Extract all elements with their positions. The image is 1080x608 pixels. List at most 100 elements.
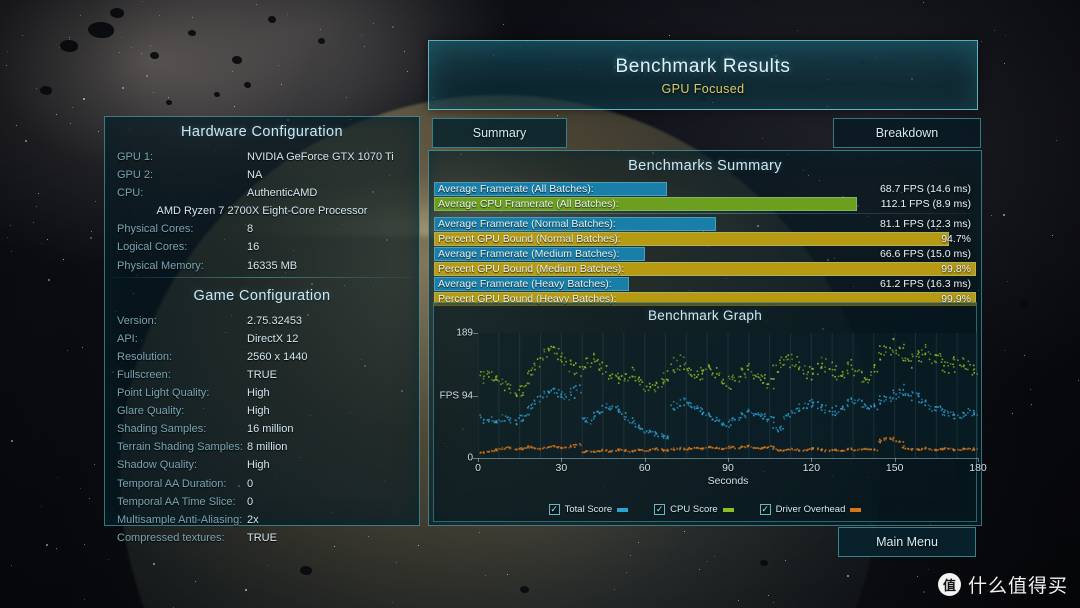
graph-title: Benchmark Graph	[647, 308, 763, 323]
config-row-label: Shading Samples:	[117, 423, 207, 436]
config-row-label: Logical Cores:	[117, 241, 188, 254]
graph-x-tick	[728, 458, 729, 462]
config-row-value: NVIDIA GeForce GTX 1070 Ti	[247, 151, 394, 163]
watermark: 值 什么值得买	[937, 571, 1068, 598]
hardware-config-list: GPU 1: NVIDIA GeForce GTX 1070 Ti GPU 2: NA…	[105, 148, 419, 275]
legend-color-swatch	[850, 507, 862, 512]
summary-bar-value: 61.2 FPS (16.3 ms)	[879, 278, 971, 290]
game-section-title: Game Configuration	[193, 287, 331, 304]
game-config-list: Version: 2.75.32453 API: DirectX 12 Resoluti…	[105, 312, 419, 547]
config-row-label: Shadow Quality:	[117, 459, 198, 472]
summary-bar-value: 99.8%	[941, 263, 971, 275]
results-header: Benchmark Results GPU Focused	[428, 40, 978, 110]
legend-checkbox[interactable]: ✓	[548, 504, 560, 515]
legend-label: Total Score	[564, 504, 613, 515]
config-row-value: High	[247, 387, 270, 400]
legend-label: Driver Overhead	[775, 504, 846, 515]
summary-bar-value: 68.7 FPS (14.6 ms)	[879, 183, 971, 195]
config-row-value: 16 million	[247, 423, 294, 436]
legend-color-swatch	[722, 507, 734, 512]
benchmark-graph-svg	[478, 333, 978, 458]
config-row-label: CPU:	[117, 187, 144, 200]
config-row: Compressed textures: TRUE	[105, 529, 419, 547]
config-row: Shading Samples: 16 million	[105, 420, 419, 438]
graph-x-tick-label: 0	[475, 462, 481, 474]
config-row: Glare Quality: High	[105, 402, 419, 420]
legend-item[interactable]: ✓ CPU Score	[654, 504, 734, 515]
summary-bar-label: Percent GPU Bound (Normal Batches):	[438, 233, 621, 245]
config-row-value: High	[247, 405, 270, 418]
legend-item[interactable]: ✓ Total Score	[548, 504, 629, 515]
config-row: GPU 1: NVIDIA GeForce GTX 1070 Ti	[105, 148, 419, 166]
config-row: Temporal AA Time Slice: 0	[105, 493, 419, 511]
tab-summary[interactable]: Summary	[432, 118, 567, 148]
config-row-value: 16335 MB	[247, 259, 298, 272]
config-divider	[111, 276, 413, 278]
config-row-value: 0	[247, 477, 254, 490]
summary-bar-label: Average Framerate (Normal Batches):	[438, 218, 616, 230]
benchmarks-summary-list: Average Framerate (All Batches): 68.7 FPS…	[429, 182, 981, 306]
hardware-section-title: Hardware Configuration	[181, 124, 343, 140]
config-row: Point Light Quality: High	[105, 384, 419, 402]
config-row-value: TRUE	[247, 368, 277, 381]
summary-bar-row: Percent GPU Bound (Normal Batches): 94.7%	[434, 232, 976, 246]
graph-x-tick	[978, 458, 979, 462]
graph-x-tick-label: 150	[885, 462, 904, 474]
summary-bar-row: Average Framerate (Medium Batches): 66.6 …	[434, 247, 976, 261]
config-row: GPU 2: NA	[105, 166, 419, 184]
summary-bar-row: Average Framerate (Heavy Batches): 61.2 F…	[434, 277, 976, 291]
graph-y-tick-label: 189	[456, 327, 473, 339]
config-row-value: DirectX 12	[247, 332, 299, 345]
summary-bar-row: Average CPU Framerate (All Batches): 112.…	[434, 197, 976, 211]
tab-breakdown[interactable]: Breakdown	[833, 118, 981, 148]
graph-x-tick-label: 120	[802, 462, 821, 474]
summary-bar-label: Average Framerate (All Batches):	[438, 183, 594, 195]
config-row-value: TRUE	[247, 531, 277, 544]
config-row: AMD Ryzen 7 2700X Eight-Core Processor	[105, 202, 419, 220]
summary-bar-value: 112.1 FPS (8.9 ms)	[880, 198, 971, 210]
config-row: API: DirectX 12	[105, 330, 419, 348]
config-row-label: Terrain Shading Samples:	[117, 441, 243, 454]
config-row-label: Temporal AA Time Slice:	[117, 495, 236, 508]
config-row: Physical Cores: 8	[105, 220, 419, 238]
legend-color-swatch	[617, 507, 629, 512]
graph-x-tick	[894, 458, 896, 462]
tab-breakdown-label: Breakdown	[875, 126, 939, 140]
config-row-value: 2560 x 1440	[247, 350, 308, 363]
summary-group-divider	[439, 213, 971, 214]
legend-label: CPU Score	[670, 504, 718, 515]
config-row: Fullscreen: TRUE	[105, 366, 419, 384]
legend-item[interactable]: ✓ Driver Overhead	[759, 504, 862, 515]
config-row-label: Compressed textures:	[117, 531, 225, 544]
graph-x-tick	[478, 458, 479, 462]
main-menu-label: Main Menu	[876, 535, 938, 549]
config-row-value: 8	[247, 223, 254, 236]
config-row-value: NA	[247, 169, 263, 182]
config-row-value: AuthenticAMD	[247, 187, 318, 200]
legend-checkbox[interactable]: ✓	[759, 504, 771, 515]
config-row: CPU: AuthenticAMD	[105, 184, 419, 202]
tab-summary-label: Summary	[472, 126, 527, 140]
config-row-value: 2.75.32453	[247, 314, 303, 327]
config-row-value: 16	[247, 241, 260, 254]
graph-x-tick	[644, 458, 646, 462]
summary-bar-row: Average Framerate (All Batches): 68.7 FPS…	[434, 182, 976, 196]
config-row-label: Multisample Anti-Aliasing:	[117, 513, 243, 526]
config-row: Version: 2.75.32453	[105, 312, 419, 330]
summary-bar-label: Average Framerate (Heavy Batches):	[438, 278, 612, 290]
graph-x-tick-label: 180	[969, 462, 987, 474]
config-row-value: 8 million	[247, 441, 288, 454]
legend-checkbox[interactable]: ✓	[654, 504, 666, 515]
config-row-label: Version:	[117, 314, 157, 327]
graph-y-tick-label: FPS 94	[439, 390, 473, 402]
config-row-value: 2x	[247, 513, 259, 526]
config-row-value: AMD Ryzen 7 2700X Eight-Core Processor	[156, 205, 368, 218]
main-menu-button[interactable]: Main Menu	[838, 527, 976, 557]
summary-bar-value: 66.6 FPS (15.0 ms)	[879, 248, 971, 260]
graph-series	[479, 436, 978, 455]
config-row-label: Physical Cores:	[117, 223, 194, 236]
config-row-label: Glare Quality:	[117, 405, 185, 418]
configuration-panel: Hardware Configuration GPU 1: NVIDIA GeFo…	[104, 116, 420, 544]
graph-legend: ✓ Total Score ✓ CPU Score ✓ Driver Overhead	[434, 504, 976, 515]
summary-bar-value: 81.1 FPS (12.3 ms)	[879, 218, 971, 230]
